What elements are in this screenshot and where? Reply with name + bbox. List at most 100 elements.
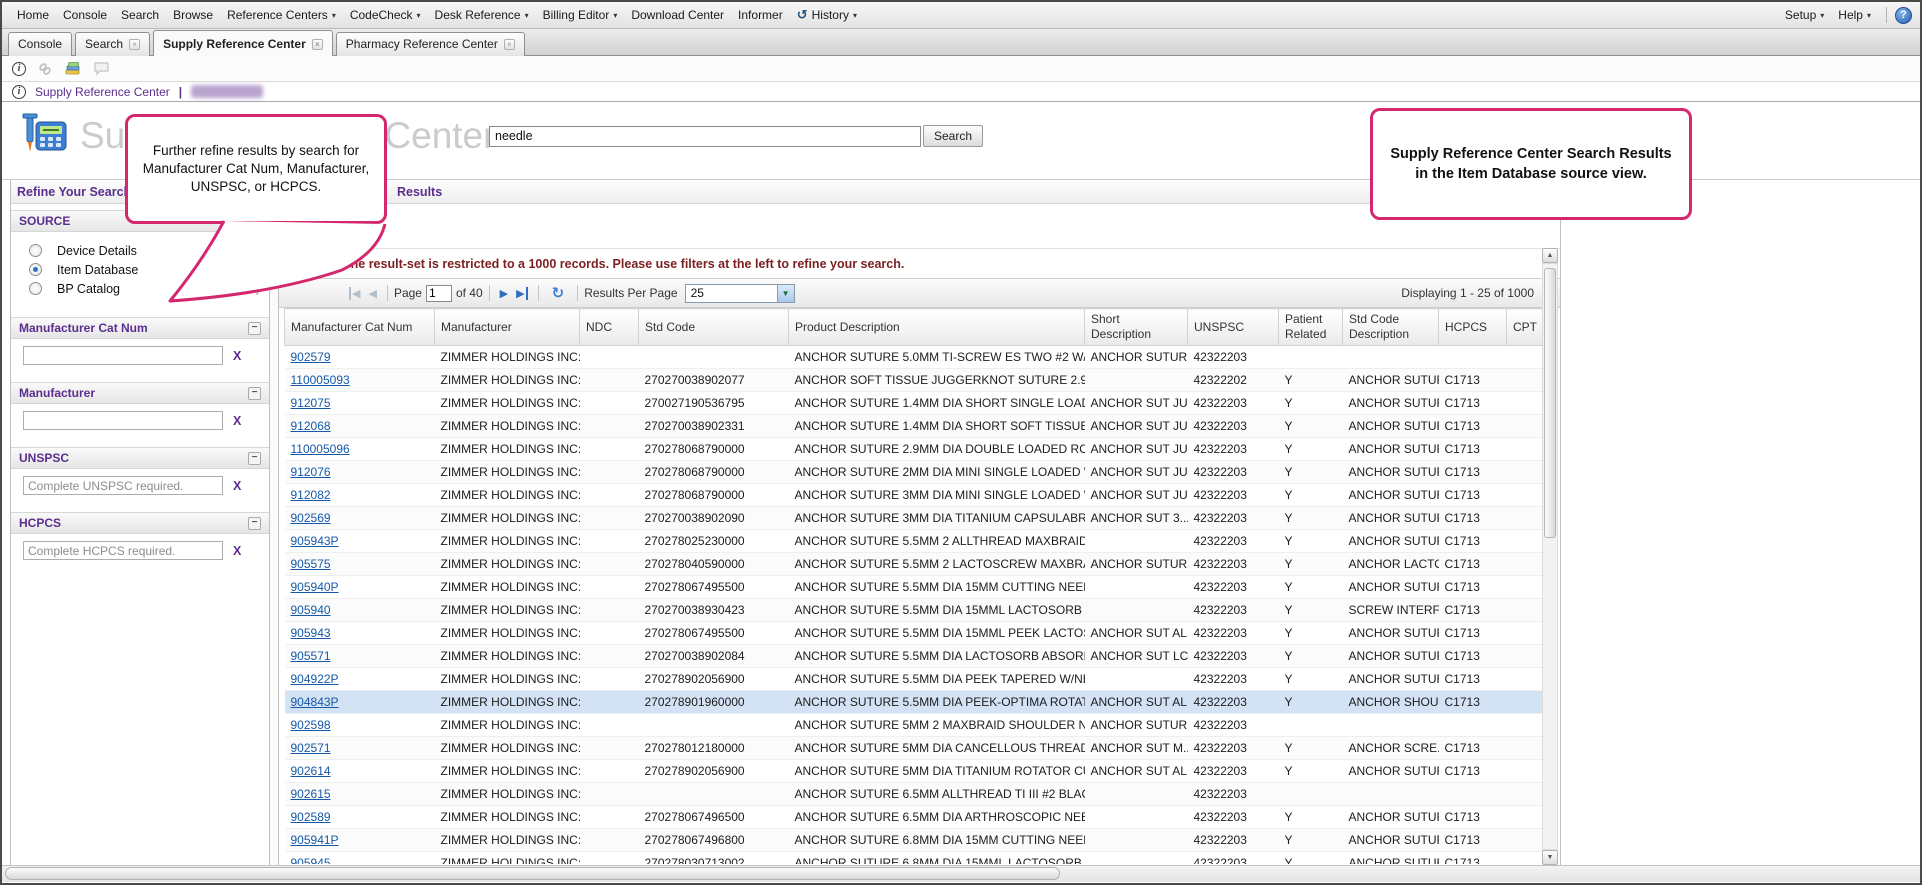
collapse-button[interactable]: −	[248, 517, 261, 530]
menu-item-home[interactable]: Home	[10, 8, 56, 22]
close-icon[interactable]: ×	[504, 39, 515, 50]
collapse-button[interactable]: −	[248, 322, 261, 335]
books-icon[interactable]	[64, 61, 82, 77]
clear-filter-button[interactable]: X	[233, 544, 241, 558]
scrollbar-track[interactable]	[1542, 263, 1558, 850]
item-link[interactable]: 905945	[291, 856, 331, 864]
table-row[interactable]: 902598ZIMMER HOLDINGS INC:ZI...ANCHOR SU…	[285, 714, 1547, 737]
column-header-manufacturer[interactable]: Manufacturer	[435, 309, 580, 346]
info-icon[interactable]: i	[12, 62, 26, 76]
menu-item-billing-editor[interactable]: Billing Editor▾	[536, 8, 625, 22]
item-link[interactable]: 902571	[291, 741, 331, 755]
item-link[interactable]: 905940	[291, 603, 331, 617]
item-link[interactable]: 110005093	[291, 373, 350, 387]
table-row[interactable]: 905945ZIMMER HOLDINGS INC:ZI...270278030…	[285, 852, 1547, 865]
item-link[interactable]: 905940P	[291, 580, 339, 594]
table-row[interactable]: 905943ZIMMER HOLDINGS INC:ZI...270278067…	[285, 622, 1547, 645]
chevron-down-icon[interactable]: ▼	[777, 285, 794, 302]
menu-item-informer[interactable]: Informer	[731, 8, 790, 22]
source-option-device-details[interactable]: Device Details	[11, 241, 269, 260]
table-row[interactable]: 912076ZIMMER HOLDINGS INC:ZI...270278068…	[285, 461, 1547, 484]
page-number-input[interactable]	[426, 285, 452, 302]
last-page-button[interactable]: ▶	[516, 287, 527, 300]
scrollbar-down-button[interactable]: ▼	[1542, 850, 1558, 865]
table-row[interactable]: 904843PZIMMER HOLDINGS INC:ZI...27027890…	[285, 691, 1547, 714]
tab-supply-reference-center[interactable]: Supply Reference Center×	[153, 30, 333, 56]
table-row[interactable]: 902571ZIMMER HOLDINGS INC:ZI...270278012…	[285, 737, 1547, 760]
radio-button-icon[interactable]	[29, 244, 42, 257]
table-row[interactable]: 902569ZIMMER HOLDINGS INC:ZI...270270038…	[285, 507, 1547, 530]
table-row[interactable]: 912075ZIMMER HOLDINGS INC:ZI...270027190…	[285, 392, 1547, 415]
item-link[interactable]: 902569	[291, 511, 331, 525]
item-link[interactable]: 905943P	[291, 534, 339, 548]
comment-icon[interactable]	[93, 61, 110, 76]
search-input[interactable]	[489, 126, 921, 147]
radio-button-icon[interactable]	[29, 263, 42, 276]
item-link[interactable]: 902614	[291, 764, 331, 778]
collapse-button[interactable]: −	[248, 452, 261, 465]
menu-item-help[interactable]: Help▾	[1831, 8, 1878, 22]
table-row[interactable]: 905941PZIMMER HOLDINGS INC:ZI...27027806…	[285, 829, 1547, 852]
panel-splitter[interactable]	[270, 180, 279, 865]
collapse-button[interactable]: −	[248, 387, 261, 400]
item-link[interactable]: 902615	[291, 787, 331, 801]
item-link[interactable]: 904922P	[291, 672, 339, 686]
menu-item-reference-centers[interactable]: Reference Centers▾	[220, 8, 343, 22]
item-link[interactable]: 902579	[291, 350, 331, 364]
tab-pharmacy-reference-center[interactable]: Pharmacy Reference Center×	[336, 32, 525, 56]
column-header-ndc[interactable]: NDC	[580, 309, 639, 346]
item-link[interactable]: 904843P	[291, 695, 339, 709]
table-row[interactable]: 905940PZIMMER HOLDINGS INC:ZI...27027806…	[285, 576, 1547, 599]
menu-item-setup[interactable]: Setup▾	[1778, 8, 1831, 22]
table-row[interactable]: 902615ZIMMER HOLDINGS INC:ZI...ANCHOR SU…	[285, 783, 1547, 806]
search-button[interactable]: Search	[923, 125, 983, 147]
column-header-product_description[interactable]: Product Description	[789, 309, 1085, 346]
clear-filter-button[interactable]: X	[233, 349, 241, 363]
filter-input-manufacturer[interactable]	[23, 411, 223, 430]
help-icon[interactable]: ?	[1895, 7, 1912, 24]
item-link[interactable]: 110005096	[291, 442, 350, 456]
table-row[interactable]: 912068ZIMMER HOLDINGS INC:ZI...270270038…	[285, 415, 1547, 438]
column-header-manufacturer_cat_num[interactable]: Manufacturer Cat Num	[285, 309, 435, 346]
column-header-short_description[interactable]: Short Description	[1085, 309, 1188, 346]
first-page-button[interactable]: ◀	[349, 287, 360, 300]
filter-input-manufacturer-cat-num[interactable]	[23, 346, 223, 365]
menu-item-history[interactable]: ↺History▾	[790, 8, 864, 23]
table-row[interactable]: 905571ZIMMER HOLDINGS INC:ZI...270270038…	[285, 645, 1547, 668]
table-row[interactable]: 905943PZIMMER HOLDINGS INC:ZI...27027802…	[285, 530, 1547, 553]
menu-item-download-center[interactable]: Download Center	[624, 8, 731, 22]
horizontal-scrollbar-thumb[interactable]	[5, 867, 1060, 880]
item-link[interactable]: 905571	[291, 649, 331, 663]
column-header-std_code[interactable]: Std Code	[639, 309, 789, 346]
menu-item-search[interactable]: Search	[114, 8, 166, 22]
table-row[interactable]: 912082ZIMMER HOLDINGS INC:ZI...270278068…	[285, 484, 1547, 507]
scrollbar-up-button[interactable]: ▲	[1542, 248, 1558, 263]
previous-page-button[interactable]: ◀	[368, 287, 376, 300]
item-link[interactable]: 912076	[291, 465, 331, 479]
scrollbar-thumb[interactable]	[1544, 268, 1556, 538]
menu-item-desk-reference[interactable]: Desk Reference▾	[428, 8, 536, 22]
radio-button-icon[interactable]	[29, 282, 42, 295]
item-link[interactable]: 905941P	[291, 833, 339, 847]
vertical-scrollbar[interactable]: ▲ ▼	[1542, 248, 1558, 865]
item-link[interactable]: 905575	[291, 557, 331, 571]
column-header-std_code_description[interactable]: Std Code Description	[1343, 309, 1439, 346]
column-header-patient_related[interactable]: Patient Related	[1279, 309, 1343, 346]
item-link[interactable]: 905943	[291, 626, 331, 640]
clear-filter-button[interactable]: X	[233, 414, 241, 428]
item-link[interactable]: 902598	[291, 718, 331, 732]
tab-search[interactable]: Search×	[75, 32, 150, 56]
table-row[interactable]: 902614ZIMMER HOLDINGS INC:ZI...270278902…	[285, 760, 1547, 783]
next-page-button[interactable]: ▶	[500, 287, 508, 300]
refresh-icon[interactable]: ↻	[552, 284, 565, 302]
filter-input-unspsc[interactable]	[23, 476, 223, 495]
column-header-cpt[interactable]: CPT	[1507, 309, 1547, 346]
column-header-unspsc[interactable]: UNSPSC	[1188, 309, 1279, 346]
breadcrumb-link[interactable]: Supply Reference Center	[35, 85, 170, 99]
table-row[interactable]: 902589ZIMMER HOLDINGS INC:ZI...270278067…	[285, 806, 1547, 829]
close-icon[interactable]: ×	[312, 39, 323, 50]
item-link[interactable]: 912075	[291, 396, 331, 410]
results-per-page-select[interactable]: 25 ▼	[685, 284, 795, 303]
clear-filter-button[interactable]: X	[233, 479, 241, 493]
table-row[interactable]: 110005093ZIMMER HOLDINGS INC:ZI...270270…	[285, 369, 1547, 392]
